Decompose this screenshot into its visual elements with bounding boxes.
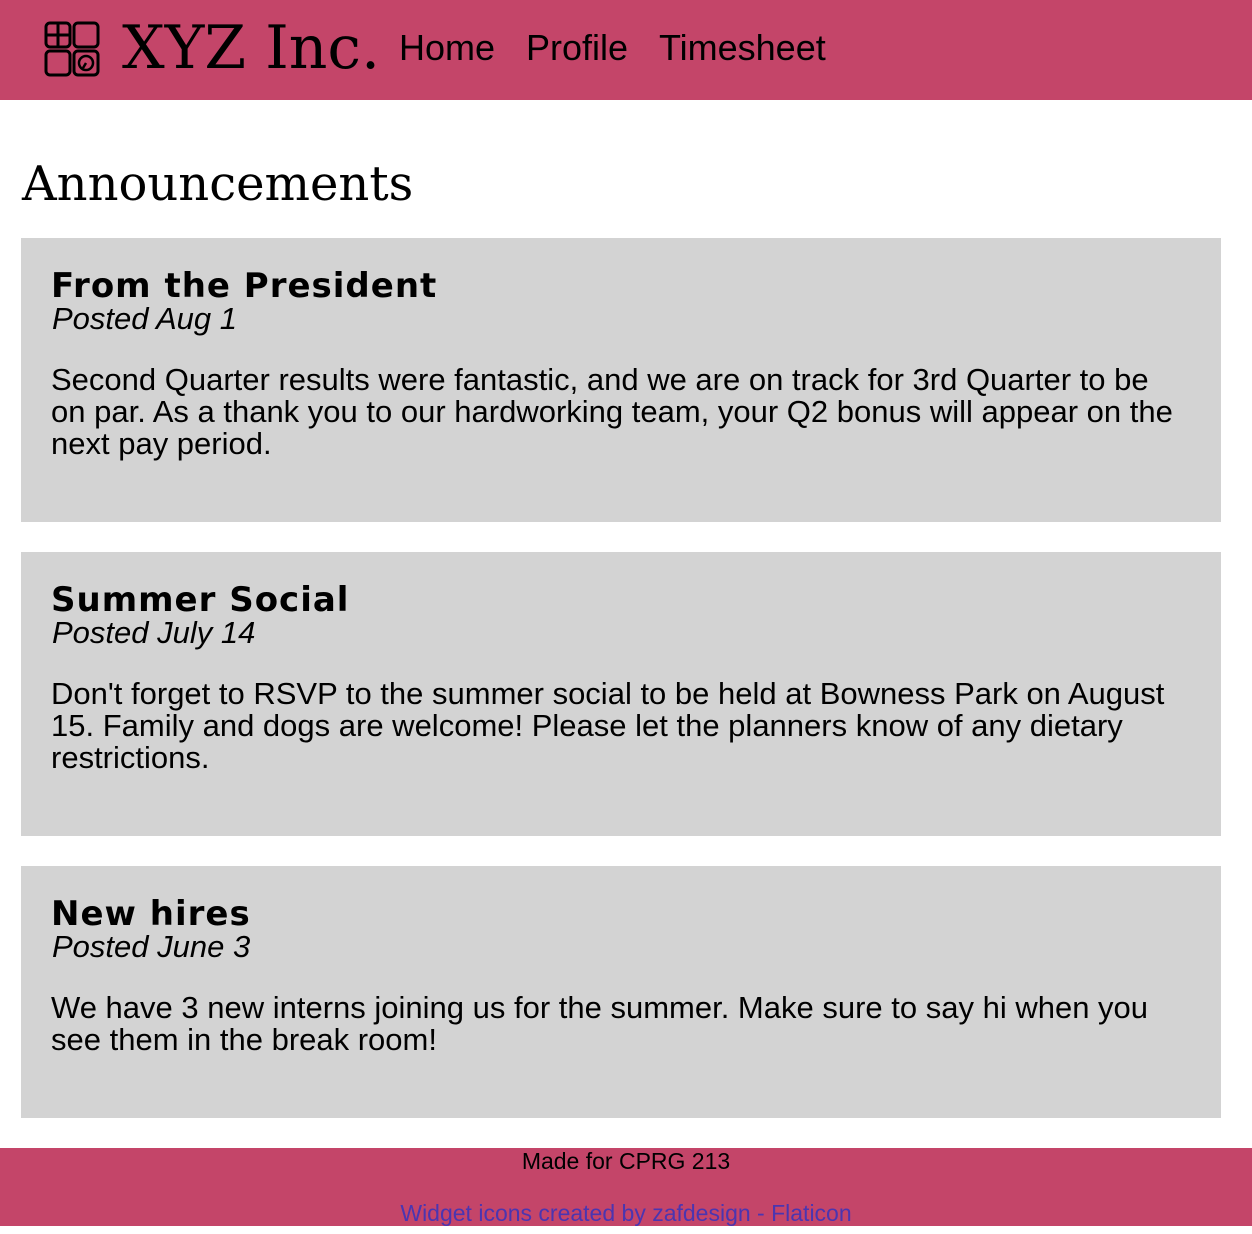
announcement-title: From the President	[51, 266, 438, 306]
announcement-date: Posted June 3	[52, 929, 251, 964]
announcement-title: Summer Social	[51, 580, 350, 620]
icon-credit-link[interactable]: Widget icons created by zafdesign - Flat…	[0, 1200, 1252, 1226]
announcement-body: Don't forget to RSVP to the summer socia…	[51, 676, 1165, 775]
nav-profile-link[interactable]: Profile	[526, 27, 628, 69]
announcement-body: Second Quarter results were fantastic, a…	[51, 362, 1173, 461]
site-header: XYZ Inc. Home Profile Timesheet	[0, 0, 1252, 100]
announcement-date: Posted July 14	[52, 615, 256, 650]
nav-home-link[interactable]: Home	[399, 27, 495, 69]
page-title: Announcements	[22, 156, 414, 212]
site-footer: Made for CPRG 213 Widget icons created b…	[0, 1148, 1252, 1226]
announcement-card: New hires Posted June 3 We have 3 new in…	[21, 866, 1221, 1118]
announcement-date: Posted Aug 1	[52, 301, 237, 336]
footer-text: Made for CPRG 213	[521, 1148, 731, 1174]
announcement-card: From the President Posted Aug 1 Second Q…	[21, 238, 1221, 522]
announcement-title: New hires	[51, 894, 251, 934]
announcement-body: We have 3 new interns joining us for the…	[51, 990, 1149, 1057]
widget-grid-icon	[44, 21, 100, 77]
nav-timesheet-link[interactable]: Timesheet	[659, 27, 826, 69]
announcement-card: Summer Social Posted July 14 Don't forge…	[21, 552, 1221, 836]
brand-name: XYZ Inc.	[122, 13, 381, 83]
